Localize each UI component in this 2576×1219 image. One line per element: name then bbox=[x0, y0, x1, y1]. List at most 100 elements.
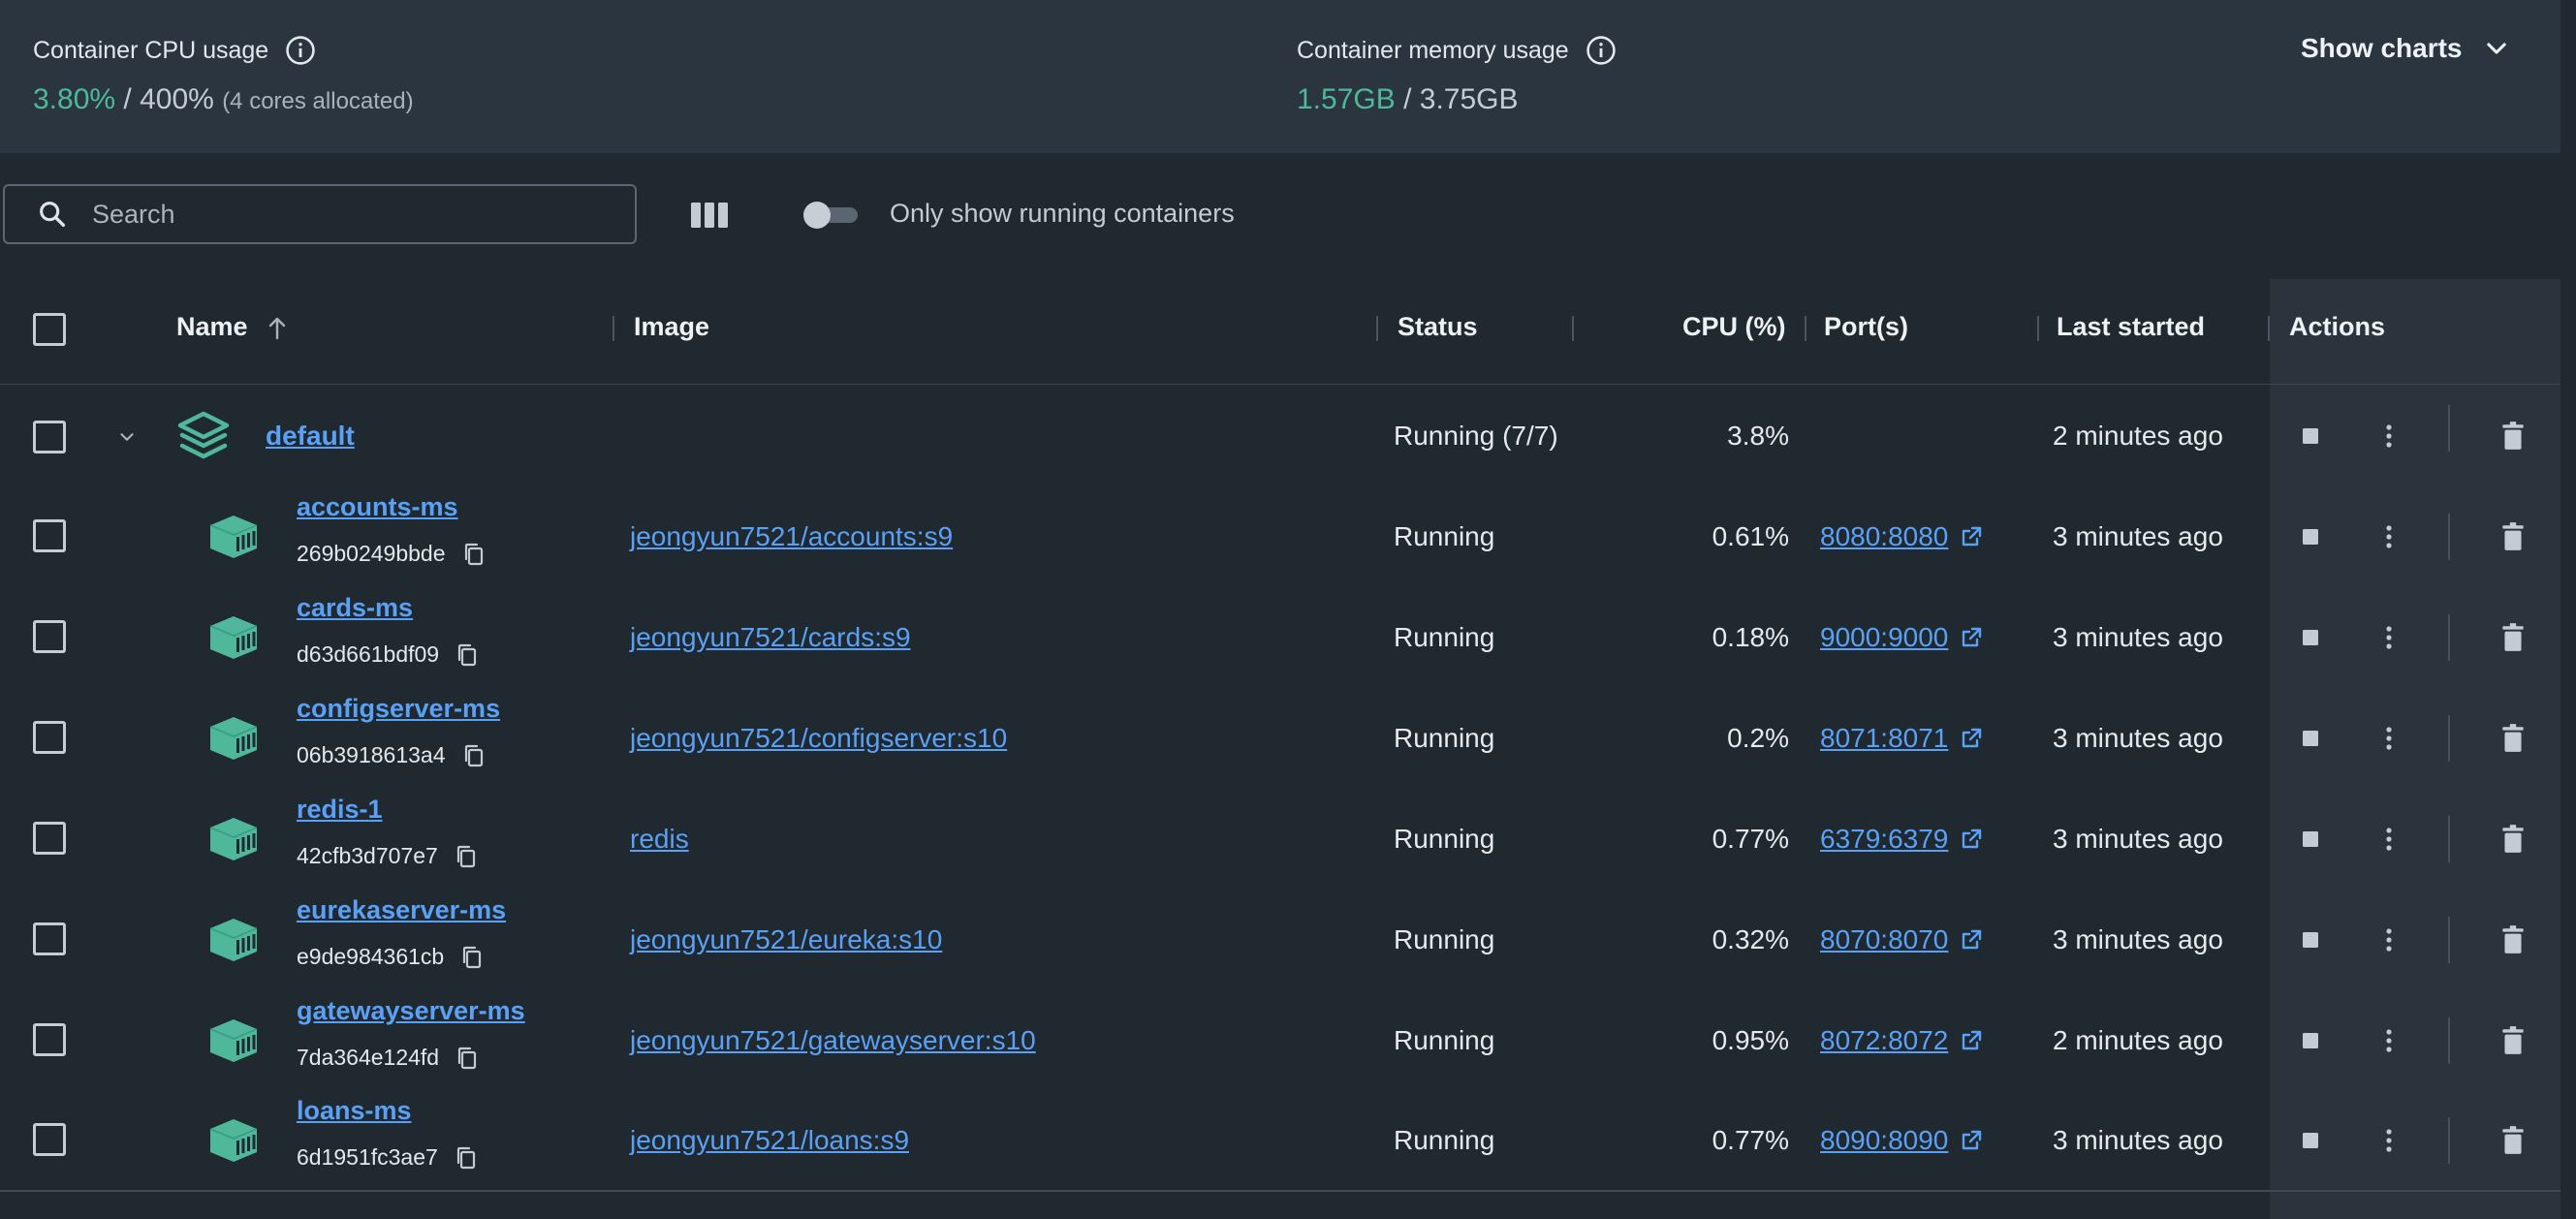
stop-icon[interactable] bbox=[2301, 426, 2320, 446]
image-link[interactable]: jeongyun7521/loans:s9 bbox=[630, 1125, 909, 1156]
info-icon[interactable] bbox=[284, 34, 317, 67]
running-only-toggle[interactable] bbox=[803, 202, 862, 229]
column-divider[interactable] bbox=[1572, 316, 1574, 341]
stop-icon[interactable] bbox=[2301, 729, 2320, 748]
column-header-cpu[interactable]: CPU (%) bbox=[1682, 312, 1786, 342]
port-link-text[interactable]: 9000:9000 bbox=[1820, 622, 1948, 653]
port-link-text[interactable]: 8080:8080 bbox=[1820, 521, 1948, 552]
container-row[interactable]: eurekaserver-ms e9de984361cb jeongyun7521/… bbox=[0, 890, 2560, 990]
copy-icon[interactable] bbox=[456, 1047, 478, 1070]
info-icon[interactable] bbox=[1585, 34, 1618, 67]
search-box[interactable] bbox=[3, 184, 637, 244]
container-row[interactable]: loans-ms 6d1951fc3ae7 jeongyun7521/loans:s… bbox=[0, 1090, 2560, 1191]
stop-icon[interactable] bbox=[2301, 527, 2320, 547]
copy-icon[interactable] bbox=[463, 744, 485, 767]
trash-icon[interactable] bbox=[2500, 521, 2526, 552]
container-row[interactable]: configserver-ms 06b3918613a4 jeongyun7521/… bbox=[0, 688, 2560, 789]
port-link[interactable]: 8080:8080 bbox=[1820, 521, 1983, 552]
external-link-icon[interactable] bbox=[1960, 828, 1983, 851]
trash-icon[interactable] bbox=[2500, 824, 2526, 855]
image-link[interactable]: jeongyun7521/cards:s9 bbox=[630, 622, 911, 653]
image-link[interactable]: jeongyun7521/accounts:s9 bbox=[630, 521, 953, 552]
more-vertical-icon[interactable] bbox=[2374, 723, 2403, 754]
container-name-link[interactable]: redis-1 bbox=[297, 795, 383, 825]
more-vertical-icon[interactable] bbox=[2374, 924, 2403, 955]
external-link-icon[interactable] bbox=[1960, 626, 1983, 649]
container-row[interactable]: gatewayserver-ms 7da364e124fd jeongyun7521… bbox=[0, 990, 2560, 1091]
container-name-link[interactable]: loans-ms bbox=[297, 1096, 412, 1126]
column-divider[interactable] bbox=[1376, 316, 1378, 341]
external-link-icon[interactable] bbox=[1960, 1129, 1983, 1152]
select-all-checkbox[interactable] bbox=[33, 313, 66, 346]
row-checkbox[interactable] bbox=[33, 922, 66, 955]
row-checkbox[interactable] bbox=[33, 421, 66, 453]
columns-icon[interactable] bbox=[690, 202, 729, 229]
column-header-status[interactable]: Status bbox=[1398, 312, 1478, 342]
stop-icon[interactable] bbox=[2301, 930, 2320, 950]
copy-icon[interactable] bbox=[456, 643, 478, 667]
container-name-link[interactable]: accounts-ms bbox=[297, 492, 458, 522]
container-row[interactable]: cards-ms d63d661bdf09 jeongyun7521/cards:s… bbox=[0, 587, 2560, 688]
trash-icon[interactable] bbox=[2500, 1125, 2526, 1156]
stop-icon[interactable] bbox=[2301, 1031, 2320, 1050]
row-checkbox[interactable] bbox=[33, 620, 66, 653]
stop-icon[interactable] bbox=[2301, 829, 2320, 849]
container-name-link[interactable]: eurekaserver-ms bbox=[297, 895, 506, 925]
image-link[interactable]: jeongyun7521/eureka:s10 bbox=[630, 924, 942, 955]
external-link-icon[interactable] bbox=[1960, 1029, 1983, 1052]
image-link[interactable]: jeongyun7521/gatewayserver:s10 bbox=[630, 1025, 1036, 1056]
row-checkbox[interactable] bbox=[33, 822, 66, 855]
column-divider[interactable] bbox=[2037, 316, 2039, 341]
column-header-ports[interactable]: Port(s) bbox=[1824, 312, 1908, 342]
container-row[interactable]: accounts-ms 269b0249bbde jeongyun7521/acco… bbox=[0, 486, 2560, 587]
external-link-icon[interactable] bbox=[1960, 928, 1983, 952]
port-link[interactable]: 8070:8070 bbox=[1820, 924, 1983, 955]
stop-icon[interactable] bbox=[2301, 628, 2320, 647]
copy-icon[interactable] bbox=[456, 845, 477, 868]
port-link[interactable]: 9000:9000 bbox=[1820, 622, 1983, 653]
port-link-text[interactable]: 6379:6379 bbox=[1820, 824, 1948, 855]
row-checkbox[interactable] bbox=[33, 1023, 66, 1056]
external-link-icon[interactable] bbox=[1960, 525, 1983, 548]
trash-icon[interactable] bbox=[2500, 924, 2526, 955]
trash-icon[interactable] bbox=[2500, 421, 2526, 452]
more-vertical-icon[interactable] bbox=[2374, 1025, 2403, 1056]
column-header-last-started[interactable]: Last started bbox=[2057, 312, 2205, 342]
column-header-image[interactable]: Image bbox=[634, 312, 709, 342]
port-link-text[interactable]: 8071:8071 bbox=[1820, 723, 1948, 754]
column-divider[interactable] bbox=[613, 316, 614, 341]
trash-icon[interactable] bbox=[2500, 723, 2526, 754]
copy-icon[interactable] bbox=[461, 946, 483, 969]
copy-icon[interactable] bbox=[456, 1146, 477, 1170]
external-link-icon[interactable] bbox=[1960, 727, 1983, 750]
row-checkbox[interactable] bbox=[33, 1123, 66, 1156]
more-vertical-icon[interactable] bbox=[2374, 622, 2403, 653]
port-link[interactable]: 6379:6379 bbox=[1820, 824, 1983, 855]
row-checkbox[interactable] bbox=[33, 519, 66, 552]
compose-group-row[interactable]: default Running (7/7) 3.8% 2 minutes ago bbox=[0, 386, 2560, 486]
search-input[interactable] bbox=[90, 198, 598, 231]
port-link-text[interactable]: 8090:8090 bbox=[1820, 1125, 1948, 1156]
port-link[interactable]: 8072:8072 bbox=[1820, 1025, 1983, 1056]
port-link[interactable]: 8071:8071 bbox=[1820, 723, 1983, 754]
more-vertical-icon[interactable] bbox=[2374, 421, 2403, 452]
trash-icon[interactable] bbox=[2500, 622, 2526, 653]
show-charts-button[interactable]: Show charts bbox=[2301, 33, 2510, 64]
column-divider[interactable] bbox=[2268, 316, 2270, 341]
port-link[interactable]: 8090:8090 bbox=[1820, 1125, 1983, 1156]
row-checkbox[interactable] bbox=[33, 721, 66, 754]
trash-icon[interactable] bbox=[2500, 1025, 2526, 1056]
port-link-text[interactable]: 8070:8070 bbox=[1820, 924, 1948, 955]
column-divider[interactable] bbox=[1805, 316, 1806, 341]
container-row[interactable]: redis-1 42cfb3d707e7 redis Running 0.77% 6379… bbox=[0, 789, 2560, 890]
group-name-link[interactable]: default bbox=[266, 421, 355, 452]
more-vertical-icon[interactable] bbox=[2374, 824, 2403, 855]
more-vertical-icon[interactable] bbox=[2374, 521, 2403, 552]
port-link-text[interactable]: 8072:8072 bbox=[1820, 1025, 1948, 1056]
stop-icon[interactable] bbox=[2301, 1131, 2320, 1150]
column-header-name[interactable]: Name bbox=[176, 312, 289, 342]
container-name-link[interactable]: cards-ms bbox=[297, 593, 413, 623]
chevron-down-icon[interactable] bbox=[116, 426, 138, 448]
image-link[interactable]: redis bbox=[630, 824, 689, 855]
container-name-link[interactable]: configserver-ms bbox=[297, 694, 500, 724]
